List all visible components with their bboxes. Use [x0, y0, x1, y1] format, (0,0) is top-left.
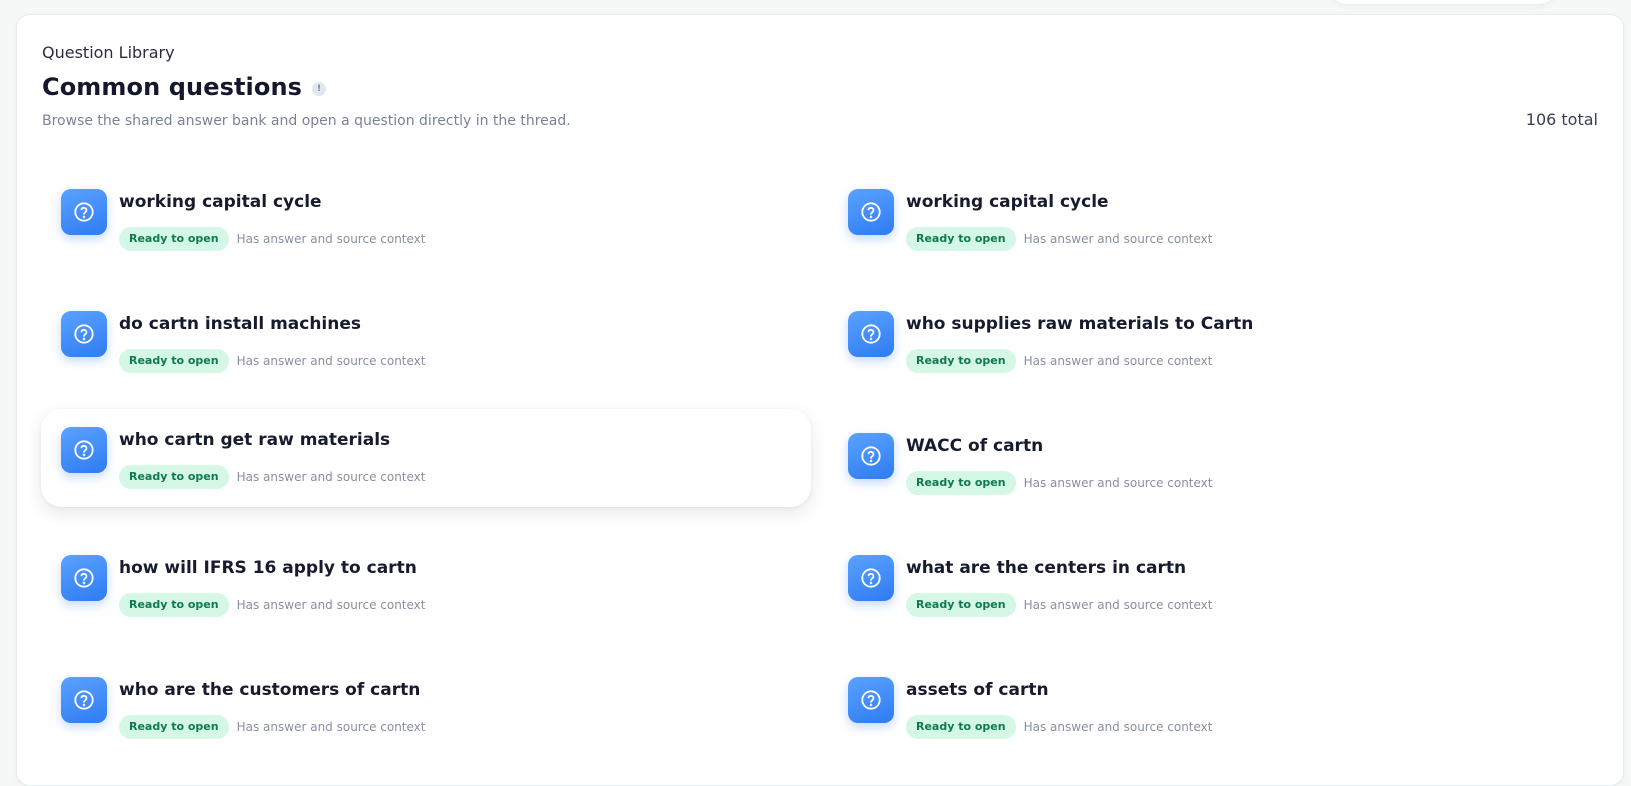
meta-text: Has answer and source context — [236, 720, 426, 734]
question-circle-icon — [848, 311, 894, 357]
question-circle-icon — [848, 189, 894, 235]
page-title: Common questions — [42, 73, 303, 101]
question-circle-icon — [848, 555, 894, 601]
question-circle-icon — [848, 433, 894, 479]
card-body: who supplies raw materials to Cartn Read… — [906, 311, 1253, 373]
question-circle-icon — [61, 311, 107, 357]
card-body: assets of cartn Ready to open Has answer… — [906, 677, 1213, 739]
question-title: assets of cartn — [906, 680, 1049, 700]
meta-row: Ready to open Has answer and source cont… — [119, 593, 426, 617]
top-pill-decoration — [1328, 0, 1558, 4]
meta-row: Ready to open Has answer and source cont… — [119, 349, 426, 373]
status-badge: Ready to open — [906, 349, 1016, 373]
section-eyebrow: Question Library — [42, 43, 175, 62]
meta-text: Has answer and source context — [236, 470, 426, 484]
meta-row: Ready to open Has answer and source cont… — [906, 471, 1213, 495]
question-title: working capital cycle — [906, 192, 1109, 212]
status-badge: Ready to open — [906, 593, 1016, 617]
status-badge: Ready to open — [119, 227, 229, 251]
meta-row: Ready to open Has answer and source cont… — [906, 349, 1253, 373]
question-grid: working capital cycle Ready to open Has … — [41, 165, 1605, 751]
page-subtitle: Browse the shared answer bank and open a… — [42, 113, 571, 129]
meta-row: Ready to open Has answer and source cont… — [119, 465, 426, 489]
status-badge: Ready to open — [906, 227, 1016, 251]
question-title: what are the centers in cartn — [906, 558, 1187, 578]
meta-row: Ready to open Has answer and source cont… — [906, 715, 1213, 739]
card-body: who cartn get raw materials Ready to ope… — [119, 427, 426, 489]
status-badge: Ready to open — [119, 715, 229, 739]
question-title: how will IFRS 16 apply to cartn — [119, 558, 417, 578]
question-card[interactable]: how will IFRS 16 apply to cartn Ready to… — [41, 531, 811, 629]
question-title: do cartn install machines — [119, 314, 362, 334]
card-body: do cartn install machines Ready to open … — [119, 311, 426, 373]
status-badge: Ready to open — [906, 715, 1016, 739]
question-circle-icon — [61, 189, 107, 235]
question-circle-icon — [61, 677, 107, 723]
question-card[interactable]: who are the customers of cartn Ready to … — [41, 653, 811, 751]
question-circle-icon — [61, 427, 107, 473]
status-badge: Ready to open — [906, 471, 1016, 495]
question-card[interactable]: working capital cycle Ready to open Has … — [828, 165, 1598, 263]
question-circle-icon — [848, 677, 894, 723]
question-library-panel: Question Library Common questions ! Brow… — [16, 14, 1624, 786]
question-card[interactable]: do cartn install machines Ready to open … — [41, 287, 811, 385]
meta-text: Has answer and source context — [1023, 354, 1213, 368]
question-card[interactable]: working capital cycle Ready to open Has … — [41, 165, 811, 263]
question-card[interactable]: what are the centers in cartn Ready to o… — [828, 531, 1598, 629]
meta-text: Has answer and source context — [1023, 476, 1213, 490]
total-count: 106 total — [1525, 110, 1598, 129]
meta-text: Has answer and source context — [1023, 232, 1213, 246]
question-title: working capital cycle — [119, 192, 322, 212]
question-circle-icon — [61, 555, 107, 601]
status-badge: Ready to open — [119, 593, 229, 617]
status-badge: Ready to open — [119, 349, 229, 373]
meta-row: Ready to open Has answer and source cont… — [906, 593, 1213, 617]
question-card[interactable]: assets of cartn Ready to open Has answer… — [828, 653, 1598, 751]
status-badge: Ready to open — [119, 465, 229, 489]
question-title: who cartn get raw materials — [119, 430, 391, 450]
title-row: Common questions ! — [42, 73, 327, 101]
question-card-hovered[interactable]: who cartn get raw materials Ready to ope… — [41, 409, 811, 507]
meta-row: Ready to open Has answer and source cont… — [906, 227, 1213, 251]
card-body: WACC of cartn Ready to open Has answer a… — [906, 433, 1213, 495]
meta-row: Ready to open Has answer and source cont… — [119, 715, 426, 739]
card-body: working capital cycle Ready to open Has … — [906, 189, 1213, 251]
card-body: how will IFRS 16 apply to cartn Ready to… — [119, 555, 426, 617]
meta-text: Has answer and source context — [236, 598, 426, 612]
card-body: working capital cycle Ready to open Has … — [119, 189, 426, 251]
question-title: who are the customers of cartn — [119, 680, 421, 700]
card-body: what are the centers in cartn Ready to o… — [906, 555, 1213, 617]
card-body: who are the customers of cartn Ready to … — [119, 677, 426, 739]
meta-text: Has answer and source context — [1023, 720, 1213, 734]
info-icon[interactable]: ! — [312, 82, 327, 96]
meta-row: Ready to open Has answer and source cont… — [119, 227, 426, 251]
question-title: WACC of cartn — [906, 436, 1044, 456]
meta-text: Has answer and source context — [236, 232, 426, 246]
question-card[interactable]: who supplies raw materials to Cartn Read… — [828, 287, 1598, 385]
meta-text: Has answer and source context — [236, 354, 426, 368]
question-title: who supplies raw materials to Cartn — [906, 314, 1254, 334]
question-card[interactable]: WACC of cartn Ready to open Has answer a… — [828, 409, 1598, 507]
meta-text: Has answer and source context — [1023, 598, 1213, 612]
